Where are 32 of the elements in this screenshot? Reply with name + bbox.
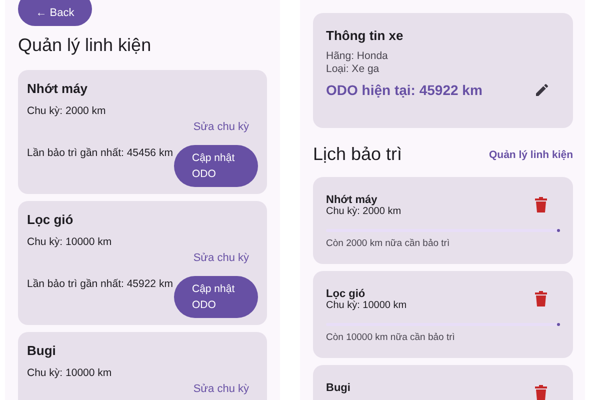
manage-parts-link[interactable]: Quản lý linh kiện [488, 148, 573, 160]
delete-icon[interactable] [534, 291, 548, 307]
edit-cycle-link[interactable]: Sửa chu kỳ [193, 121, 249, 133]
remaining-text: Còn 2000 km nữa cần bảo trì [326, 238, 451, 249]
edit-icon[interactable] [534, 82, 550, 98]
edit-cycle-link[interactable]: Sửa chu kỳ [193, 383, 249, 395]
part-cycle: Chu kỳ: 2000 km [326, 206, 402, 217]
part-cycle: Chu kỳ: 10000 km [27, 236, 113, 248]
part-cycle: Chu kỳ: 10000 km [326, 300, 407, 311]
edit-cycle-link[interactable]: Sửa chu kỳ [193, 252, 249, 264]
last-service-text: Lần bảo trì gần nhất: 45922 km [27, 278, 173, 290]
update-odo-button[interactable]: Cập nhật ODO [174, 276, 258, 318]
screen-title: Quản lý linh kiện [18, 35, 152, 56]
delete-icon[interactable] [534, 197, 548, 213]
part-name: Bugi [326, 382, 350, 394]
remaining-text: Còn 10000 km nữa cần bảo trì [326, 332, 456, 343]
back-button[interactable]: ← Back [18, 0, 92, 26]
part-name: Nhớt máy [326, 194, 378, 206]
part-cycle: Chu kỳ: 10000 km [27, 367, 113, 379]
odometer-text: ODO hiện tại: 45922 km [326, 82, 482, 98]
card-title: Thông tin xe [326, 28, 404, 43]
brand-text: Hãng: Honda [326, 50, 389, 63]
update-odo-button[interactable]: Cập nhật ODO [174, 145, 258, 187]
part-name: Nhớt máy [27, 81, 89, 96]
section-title: Lịch bảo trì [313, 144, 402, 165]
delete-icon[interactable] [534, 385, 548, 400]
last-service-text: Lần bảo trì gần nhất: 45456 km [27, 147, 173, 159]
part-name: Lọc gió [326, 288, 366, 300]
type-text: Loại: Xe ga [326, 63, 380, 76]
part-name: Lọc gió [27, 212, 74, 227]
part-name: Bugi [27, 343, 57, 358]
part-cycle: Chu kỳ: 2000 km [27, 105, 107, 117]
